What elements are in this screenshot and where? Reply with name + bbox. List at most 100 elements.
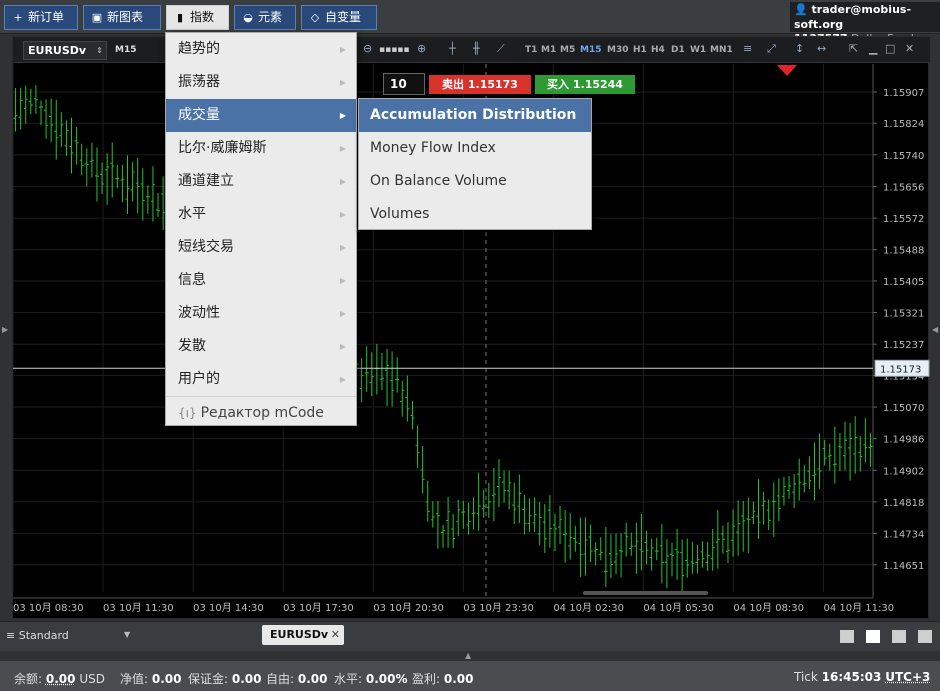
expand-panel-icon[interactable]: ▲ (465, 651, 471, 660)
y-tick-label: 1.14734 (883, 530, 924, 541)
submenu-arrow-icon: ▶ (339, 375, 346, 384)
symbol-select[interactable]: EURUSDv ⇕ (23, 41, 107, 60)
menu-item-1[interactable]: 振荡器 ▶ (166, 66, 356, 99)
price-bar (390, 351, 395, 407)
timezone-select[interactable]: UTC+3 (885, 670, 930, 684)
zoom-in-icon[interactable]: ⊕ (417, 42, 426, 55)
zoom-slider[interactable]: ▪▪▪▪▪ (379, 45, 410, 55)
submenu-arrow-icon: ▶ (339, 177, 346, 186)
menu-item-0[interactable]: 趋势的 ▶ (166, 33, 356, 66)
menu-item-9[interactable]: 发散 ▶ (166, 330, 356, 363)
price-bar (593, 542, 598, 566)
price-bar (746, 497, 751, 554)
timeframe-h1[interactable]: H1 (633, 45, 647, 55)
margin: 保证金: 0.00 (188, 672, 262, 686)
sell-button[interactable]: 卖出 1.15173 (429, 75, 531, 94)
submenu-item-1[interactable]: Money Flow Index (359, 132, 591, 165)
x-tick-label: 03 10月 17:30 (283, 602, 354, 614)
menu-item-8[interactable]: 波动性 ▶ (166, 297, 356, 330)
price-bar (812, 442, 817, 501)
layout-grid-icon[interactable] (866, 630, 880, 643)
menu-item-2[interactable]: 成交量 ▶ (166, 99, 356, 132)
price-bar (425, 480, 430, 522)
timeframe-h4[interactable]: H4 (651, 45, 665, 55)
submenu-arrow-icon: ▶ (339, 243, 346, 252)
price-bar (49, 98, 54, 142)
menu-item-3[interactable]: 比尔·威廉姆斯 ▶ (166, 132, 356, 165)
close-icon[interactable]: ✕ (905, 42, 914, 55)
layout-vertical-icon[interactable] (892, 630, 906, 643)
y-tick-label: 1.15070 (883, 403, 924, 414)
zoom-out-icon[interactable]: ⊖ (363, 42, 372, 55)
order-quantity-input[interactable]: 10 (383, 73, 425, 95)
price-bar (364, 346, 369, 392)
price-bar (756, 479, 761, 539)
timeframe-m30[interactable]: M30 (607, 45, 628, 55)
price-bar (680, 539, 685, 592)
price-bar (374, 343, 379, 395)
maximize-icon[interactable]: □ (885, 42, 895, 55)
minimize-icon[interactable]: ▁ (869, 42, 877, 55)
price-bar (634, 522, 639, 574)
menu-item-label: 发散 (178, 338, 206, 354)
price-bar (430, 501, 435, 528)
price-bar (415, 425, 420, 468)
price-bar (150, 166, 155, 222)
price-bar (517, 474, 522, 524)
bar-chart-type-icon[interactable]: ┼ (449, 42, 456, 55)
timeframe-w1[interactable]: W1 (690, 45, 706, 55)
price-bar (451, 513, 456, 549)
indicator-window-icon[interactable]: ≡ (743, 42, 752, 55)
trendline-icon[interactable]: ⤢ (767, 42, 776, 56)
price-bar (614, 533, 619, 575)
new-chart-button[interactable]: ▣ 新图表 (83, 5, 161, 30)
plus-icon: + (13, 11, 23, 24)
timeframe-t1[interactable]: T1 (525, 45, 537, 55)
timeframe-m5[interactable]: M5 (560, 45, 575, 55)
menu-item-10[interactable]: 用户的 ▶ (166, 363, 356, 396)
timeframe-mn1[interactable]: MN1 (710, 45, 733, 55)
equity: 净值: 0.00 (120, 672, 182, 686)
submenu-item-0[interactable]: Accumulation Distribution (359, 99, 591, 132)
elements-button[interactable]: ◒ 元素 (234, 5, 296, 30)
account-info[interactable]: 👤 trader@mobius-soft.org 1137577 Dollar … (790, 2, 940, 45)
price-bar (385, 348, 390, 407)
submenu-arrow-icon: ▶ (339, 276, 346, 285)
menu-item-4[interactable]: 通道建立 ▶ (166, 165, 356, 198)
menu-item-5[interactable]: 水平 ▶ (166, 198, 356, 231)
new-order-button[interactable]: + 新订单 (4, 5, 78, 30)
chevron-down-icon[interactable]: ▼ (124, 630, 130, 639)
layout-single-icon[interactable] (840, 630, 854, 643)
submenu-item-2[interactable]: On Balance Volume (359, 165, 591, 198)
vertical-line-icon[interactable]: ↕ (795, 42, 804, 55)
price-bar (751, 501, 756, 525)
workspace-select[interactable]: ≡ Standard (6, 629, 69, 642)
price-bar (496, 459, 501, 508)
timeframe-d1[interactable]: D1 (671, 45, 685, 55)
menu-item-7[interactable]: 信息 ▶ (166, 264, 356, 297)
horizontal-line-icon[interactable]: ↔ (817, 42, 826, 55)
line-chart-type-icon[interactable]: ⟋ (497, 42, 505, 56)
chart-tab-eurusd[interactable]: EURUSDv ✕ (262, 625, 344, 645)
y-tick-label: 1.15488 (883, 246, 924, 257)
shapes-icon: ◒ (243, 11, 253, 24)
layout-horizontal-icon[interactable] (918, 630, 932, 643)
right-panel-toggle-icon[interactable]: ◀ (932, 325, 938, 334)
timeframe-m1[interactable]: M1 (541, 45, 556, 55)
indicators-button[interactable]: ▮ 指数 (166, 5, 229, 30)
menu-item-6[interactable]: 短线交易 ▶ (166, 231, 356, 264)
price-bar (858, 435, 863, 472)
price-bar (807, 456, 812, 489)
mcode-editor-item[interactable]: {ı} Редактор mCode (166, 396, 356, 429)
submenu-item-3[interactable]: Volumes (359, 198, 591, 231)
candle-chart-type-icon[interactable]: ╫ (473, 42, 480, 55)
y-tick-label: 1.15237 (883, 340, 924, 351)
left-panel-toggle-icon[interactable]: ▶ (2, 325, 8, 334)
price-bar (797, 458, 802, 501)
detach-icon[interactable]: ⇱ (849, 42, 858, 55)
timeframe-m15[interactable]: M15 (580, 45, 601, 55)
price-bar (481, 489, 486, 518)
variables-button[interactable]: ◇ 自变量 (301, 5, 377, 30)
tab-close-icon[interactable]: ✕ (331, 625, 340, 645)
buy-button[interactable]: 买入 1.15244 (535, 75, 635, 94)
